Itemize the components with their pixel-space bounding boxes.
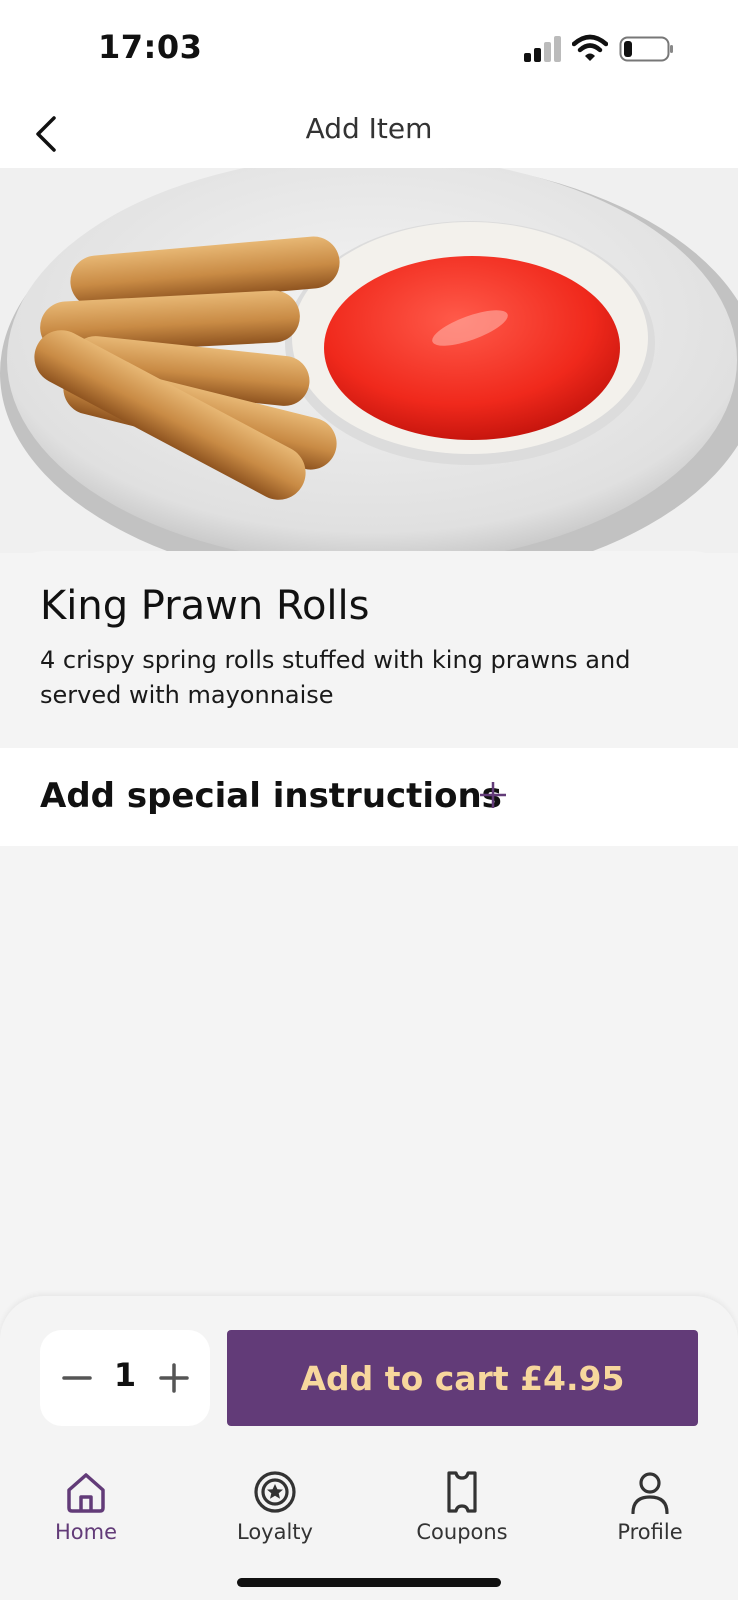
page-title: Add Item	[305, 112, 433, 145]
wifi-icon	[572, 34, 608, 61]
tab-coupons[interactable]: Coupons	[397, 1470, 527, 1550]
minus-icon[interactable]	[60, 1360, 94, 1396]
tab-home[interactable]: Home	[21, 1470, 151, 1550]
coupon-icon	[447, 1471, 477, 1513]
item-name: King Prawn Rolls	[40, 583, 370, 629]
home-indicator	[237, 1578, 501, 1587]
spring-rolls-illustration	[0, 168, 738, 553]
item-info: King Prawn Rolls 4 crispy spring rolls s…	[0, 551, 738, 746]
tab-label: Profile	[617, 1520, 683, 1544]
battery-icon	[619, 36, 673, 62]
tab-loyalty[interactable]: Loyalty	[210, 1470, 340, 1550]
item-image	[0, 168, 738, 553]
tab-label: Loyalty	[237, 1520, 313, 1544]
add-special-instructions[interactable]: Add special instructions	[0, 748, 738, 846]
add-to-cart-button[interactable]: Add to cart £4.95	[227, 1330, 698, 1426]
status-bar: 17:03	[0, 0, 738, 100]
profile-icon	[631, 1472, 669, 1514]
plus-icon[interactable]	[476, 772, 510, 816]
tab-label: Home	[54, 1520, 117, 1544]
loyalty-badge-icon	[254, 1471, 296, 1513]
plus-icon[interactable]	[156, 1358, 192, 1398]
tab-profile[interactable]: Profile	[585, 1470, 715, 1550]
item-description: 4 crispy spring rolls stuffed with king …	[40, 646, 631, 709]
status-time: 17:03	[98, 28, 203, 66]
signal-icon	[524, 36, 561, 62]
home-icon	[67, 1473, 105, 1513]
nav-header: Add Item	[0, 86, 738, 168]
tab-label: Coupons	[416, 1520, 508, 1544]
quantity-value: 1	[113, 1356, 137, 1394]
quantity-stepper: 1	[40, 1330, 210, 1426]
instructions-label: Add special instructions	[40, 776, 502, 816]
bottom-panel: 1 Add to cart £4.95	[0, 1296, 738, 1600]
